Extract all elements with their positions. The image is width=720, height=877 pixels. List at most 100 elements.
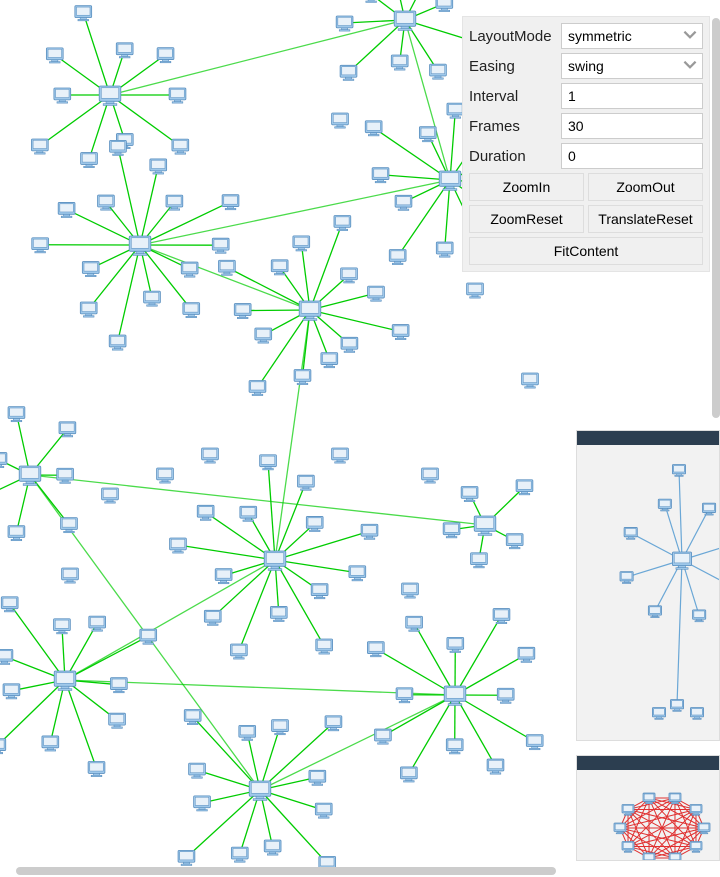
- computer-icon: [436, 242, 453, 257]
- computer-icon: [82, 262, 99, 277]
- preview-panel-2[interactable]: [576, 755, 720, 861]
- fit-content-button[interactable]: FitContent: [469, 237, 703, 265]
- zoom-in-button[interactable]: ZoomIn: [469, 173, 584, 201]
- computer-icon: [422, 468, 439, 483]
- computer-icon: [340, 65, 357, 80]
- computer-icon: [294, 370, 311, 385]
- computer-icon: [446, 739, 463, 754]
- computer-icon: [518, 647, 535, 662]
- computer-icon: [8, 407, 25, 422]
- layout-mode-select[interactable]: symmetric: [561, 23, 703, 49]
- computer-icon: [80, 302, 97, 317]
- computer-icon: [321, 353, 338, 368]
- computer-icon: [3, 684, 20, 699]
- computer-icon: [58, 202, 75, 217]
- computer-icon: [690, 842, 702, 853]
- computer-icon: [222, 195, 239, 210]
- computer-icon: [471, 553, 488, 568]
- preview-panel-1[interactable]: [576, 430, 720, 741]
- computer-icon: [670, 700, 683, 712]
- frames-input[interactable]: [561, 113, 703, 139]
- computer-icon: [690, 708, 703, 720]
- zoom-out-button[interactable]: ZoomOut: [588, 173, 703, 201]
- computer-icon: [264, 840, 281, 855]
- computer-icon: [1, 597, 18, 612]
- computer-icon: [271, 260, 288, 275]
- computer-icon: [178, 850, 195, 865]
- computer-icon: [212, 238, 229, 253]
- computer-icon: [497, 688, 514, 703]
- computer-icon: [54, 619, 71, 634]
- computer-icon: [341, 337, 358, 352]
- computer-icon: [102, 488, 119, 503]
- computer-icon: [672, 552, 691, 569]
- computer-icon: [197, 505, 214, 520]
- computer-icon: [157, 48, 174, 63]
- layout-mode-label: LayoutMode: [469, 26, 561, 47]
- computer-icon: [447, 637, 464, 652]
- computer-icon: [672, 465, 685, 477]
- computer-icon: [522, 373, 539, 388]
- computer-icon: [315, 803, 332, 818]
- computer-icon: [395, 195, 412, 210]
- zoom-reset-button[interactable]: ZoomReset: [469, 205, 584, 233]
- computer-icon: [693, 610, 706, 622]
- computer-icon: [19, 466, 41, 485]
- computer-icon: [493, 609, 510, 624]
- computer-icon: [99, 86, 121, 105]
- computer-icon: [62, 568, 79, 583]
- preview-header: [577, 756, 719, 770]
- computer-icon: [0, 739, 6, 754]
- computer-icon: [487, 759, 504, 774]
- interval-label: Interval: [469, 86, 561, 107]
- computer-icon: [461, 487, 478, 502]
- vertical-scrollbar[interactable]: [712, 18, 720, 418]
- computer-icon: [144, 291, 161, 306]
- computer-icon: [368, 286, 385, 301]
- computer-icon: [234, 304, 251, 319]
- translate-reset-button[interactable]: TranslateReset: [588, 205, 703, 233]
- computer-icon: [169, 88, 186, 103]
- computer-icon: [0, 453, 7, 468]
- computer-icon: [367, 642, 384, 657]
- computer-icon: [439, 171, 461, 190]
- computer-icon: [391, 55, 408, 70]
- computer-icon: [32, 238, 49, 253]
- easing-label: Easing: [469, 56, 561, 77]
- computer-icon: [75, 6, 92, 21]
- computer-icon: [293, 236, 310, 251]
- computer-icon: [89, 616, 106, 631]
- computer-icon: [110, 678, 127, 693]
- computer-icon: [0, 649, 13, 664]
- interval-input[interactable]: [561, 83, 703, 109]
- computer-icon: [361, 524, 378, 539]
- computer-icon: [334, 215, 351, 230]
- computer-icon: [336, 16, 353, 31]
- computer-icon: [170, 538, 187, 553]
- duration-input[interactable]: [561, 143, 703, 169]
- computer-icon: [332, 113, 349, 128]
- computer-icon: [443, 523, 460, 538]
- computer-icon: [31, 139, 48, 154]
- horizontal-scrollbar[interactable]: [16, 867, 556, 875]
- computer-icon: [42, 736, 59, 751]
- computer-icon: [181, 262, 198, 277]
- computer-icon: [249, 380, 266, 395]
- control-panel: LayoutMode symmetric Easing swing Interv…: [462, 16, 710, 272]
- computer-icon: [81, 153, 98, 168]
- easing-select[interactable]: swing: [561, 53, 703, 79]
- computer-icon: [260, 455, 277, 470]
- computer-icon: [57, 468, 74, 483]
- computer-icon: [240, 506, 257, 521]
- computer-icon: [311, 584, 328, 599]
- computer-icon: [406, 616, 423, 631]
- computer-icon: [652, 708, 665, 720]
- computer-icon: [526, 735, 543, 750]
- computer-icon: [349, 566, 366, 581]
- computer-icon: [620, 572, 633, 584]
- computer-icon: [166, 195, 183, 210]
- computer-icon: [444, 686, 466, 705]
- computer-icon: [309, 770, 326, 785]
- computer-icon: [129, 236, 151, 255]
- computer-icon: [316, 639, 333, 654]
